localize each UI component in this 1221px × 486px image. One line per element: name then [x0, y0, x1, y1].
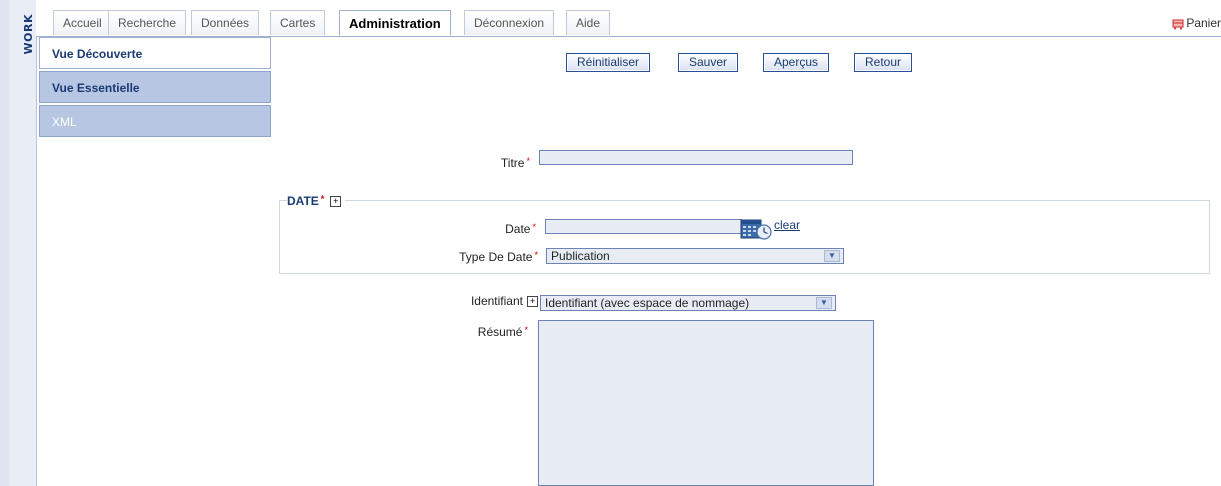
preview-button[interactable]: Aperçus	[763, 53, 830, 72]
chevron-down-icon: ▼	[824, 250, 840, 262]
tab-recherche[interactable]: Recherche	[108, 10, 187, 35]
save-button[interactable]: Sauver	[678, 53, 739, 72]
top-tab-bar: Accueil Recherche Données Cartes Adminis…	[36, 0, 1221, 37]
tab-donnees[interactable]: Données	[191, 10, 260, 35]
back-button[interactable]: Retour	[854, 53, 913, 72]
tab-administration[interactable]: Administration	[339, 10, 451, 36]
add-date-plus-icon[interactable]: +	[330, 196, 342, 208]
date-type-label: Type De Date *	[459, 250, 538, 264]
abstract-label: Résumé *	[477, 325, 528, 339]
date-type-value: Publication	[551, 249, 610, 263]
tab-aide[interactable]: Aide	[566, 10, 611, 35]
basket-label: Panier	[1186, 16, 1221, 30]
chevron-down-icon: ▼	[816, 297, 832, 309]
abstract-textarea[interactable]	[538, 320, 874, 486]
required-marker: *	[524, 325, 528, 335]
cart-icon	[1172, 18, 1184, 30]
identifier-select[interactable]: Identifiant (avec espace de nommage) ▼	[540, 295, 836, 311]
required-marker: *	[526, 156, 530, 166]
work-label: WORK	[22, 14, 35, 55]
title-input[interactable]	[539, 150, 853, 165]
required-marker: *	[534, 250, 538, 260]
required-marker: *	[320, 194, 325, 204]
date-type-select[interactable]: Publication ▼	[546, 248, 844, 264]
date-label: Date *	[505, 222, 536, 236]
add-identifier-plus-icon[interactable]: +	[527, 296, 538, 308]
tab-accueil[interactable]: Accueil	[53, 10, 112, 35]
work-panel-strip[interactable]: WORK	[10, 0, 37, 486]
tab-cartes[interactable]: Cartes	[270, 10, 326, 35]
identifier-value: Identifiant (avec espace de nommage)	[545, 296, 750, 310]
basket-link[interactable]: Panier	[1172, 16, 1221, 30]
date-input[interactable]	[545, 219, 742, 234]
title-label: Titre *	[500, 156, 530, 170]
reset-button[interactable]: Réinitialiser	[566, 53, 651, 72]
clear-date-link[interactable]: clear	[774, 218, 800, 232]
date-section-legend: DATE * +	[287, 194, 346, 208]
identifier-label: Identifiant +	[440, 294, 538, 308]
calendar-icon[interactable]	[740, 218, 774, 240]
nav-item-vue-essentielle[interactable]: Vue Essentielle	[39, 71, 271, 103]
left-navigation: Vue Découverte Vue Essentielle XML	[39, 37, 271, 139]
tab-deconnexion[interactable]: Déconnexion	[464, 10, 555, 35]
nav-item-vue-decouverte[interactable]: Vue Découverte	[39, 37, 271, 69]
nav-item-xml[interactable]: XML	[39, 105, 271, 137]
required-marker: *	[532, 222, 536, 232]
